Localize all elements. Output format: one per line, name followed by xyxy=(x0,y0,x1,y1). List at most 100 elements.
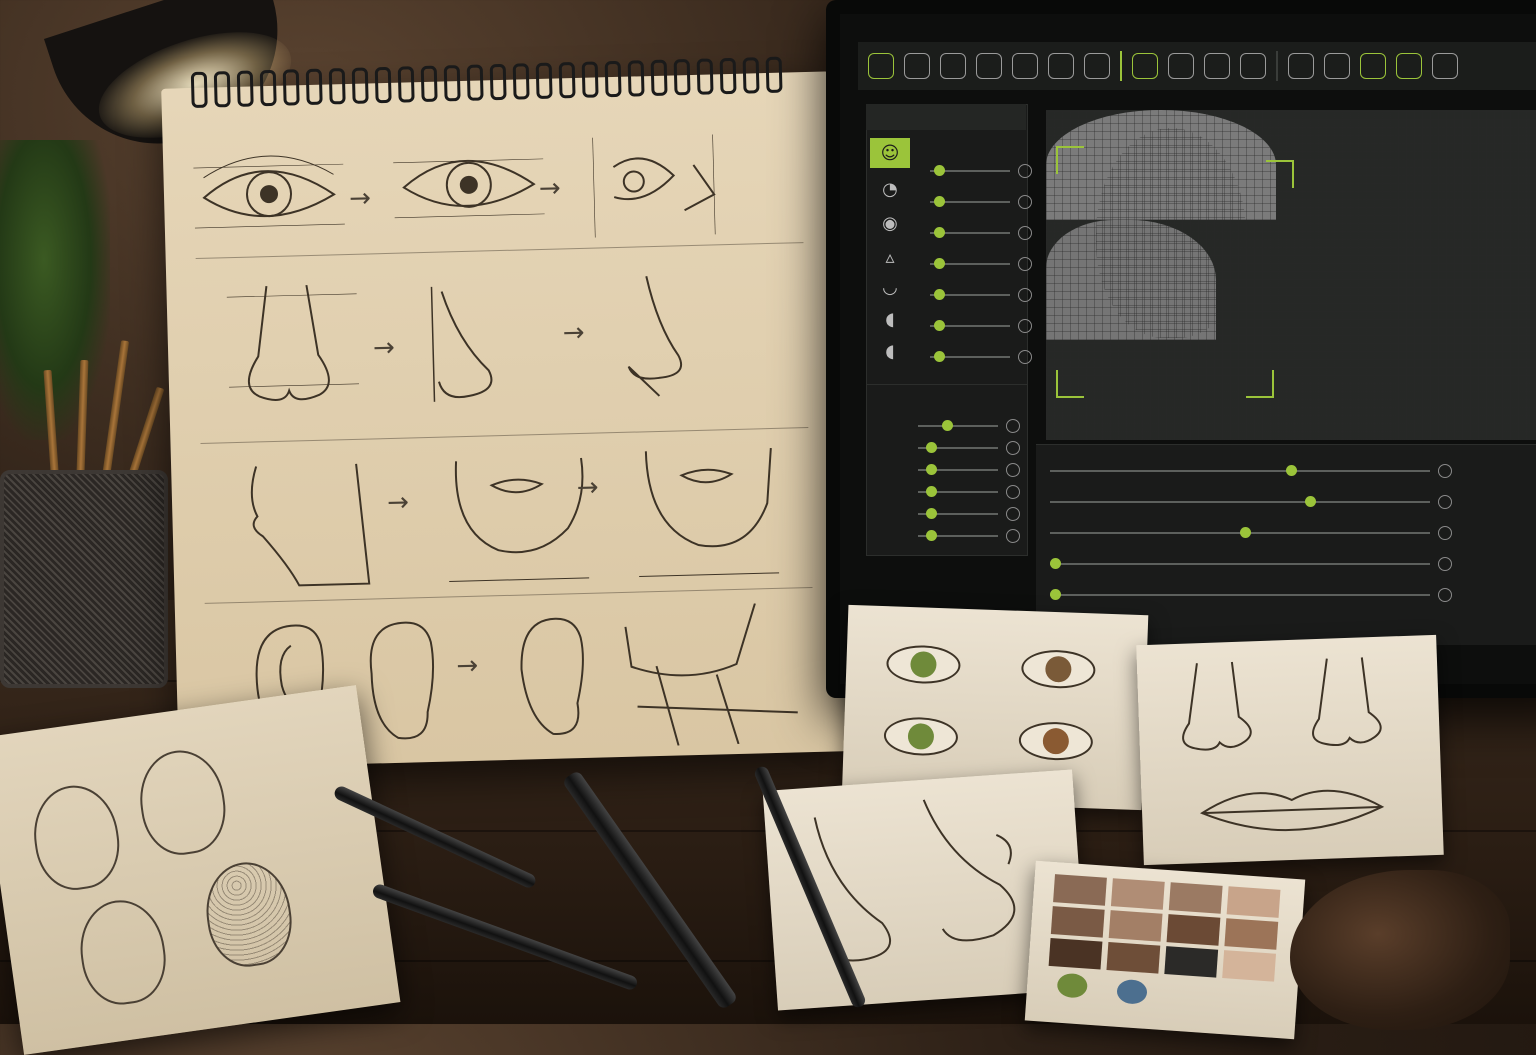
slider-reset-icon[interactable] xyxy=(1018,288,1032,302)
slider-reset-icon[interactable] xyxy=(1018,257,1032,271)
slider[interactable] xyxy=(1050,526,1452,540)
slider-reset-icon[interactable] xyxy=(1006,529,1020,543)
slider[interactable] xyxy=(1050,464,1452,478)
slider-reset-icon[interactable] xyxy=(1438,464,1452,478)
slider-knob[interactable] xyxy=(926,442,937,453)
slider-reset-icon[interactable] xyxy=(1438,588,1452,602)
slider-knob[interactable] xyxy=(934,320,945,331)
face-icon[interactable] xyxy=(1324,53,1350,79)
slider-reset-icon[interactable] xyxy=(1018,226,1032,240)
slider-knob[interactable] xyxy=(1240,527,1251,538)
ear-icon[interactable]: ◖ xyxy=(870,336,910,366)
slider-reset-icon[interactable] xyxy=(1006,419,1020,433)
slider[interactable] xyxy=(930,164,1032,178)
spiral-ring xyxy=(512,63,530,100)
skin-tone-swatch xyxy=(1053,874,1107,906)
slider-reset-icon[interactable] xyxy=(1006,485,1020,499)
face-icon[interactable] xyxy=(1012,53,1038,79)
eye-drawing xyxy=(1020,648,1097,690)
spiral-ring xyxy=(374,66,392,104)
slider-knob[interactable] xyxy=(1285,465,1297,476)
slider-reset-icon[interactable] xyxy=(1438,557,1452,571)
slider-knob[interactable] xyxy=(926,530,937,541)
slider[interactable] xyxy=(930,195,1032,209)
head-front-view xyxy=(1096,128,1246,338)
slider-knob[interactable] xyxy=(926,508,937,519)
arrow-icon: → xyxy=(456,650,479,682)
face-icon[interactable] xyxy=(1084,53,1110,79)
spiral-ring xyxy=(696,58,714,95)
slider-knob[interactable] xyxy=(942,420,953,431)
slider-knob[interactable] xyxy=(934,258,945,269)
face-icon[interactable] xyxy=(1240,53,1266,79)
slider-reset-icon[interactable] xyxy=(1006,507,1020,521)
slider-knob[interactable] xyxy=(934,289,945,300)
slider-knob[interactable] xyxy=(1050,558,1061,569)
face-icon[interactable] xyxy=(904,53,930,79)
panel-search-bar[interactable] xyxy=(866,104,1026,130)
face-icon[interactable] xyxy=(940,53,966,79)
eye-icon[interactable]: ◉ xyxy=(870,208,910,238)
slider-knob[interactable] xyxy=(1050,589,1061,600)
slider[interactable] xyxy=(930,226,1032,240)
head-icon[interactable] xyxy=(868,53,894,79)
spiral-ring xyxy=(581,61,599,98)
nose-icon[interactable]: ▵ xyxy=(870,242,910,272)
3d-viewport[interactable] xyxy=(1046,110,1536,440)
face-icon[interactable] xyxy=(1396,53,1422,79)
user-icon[interactable] xyxy=(1132,53,1158,79)
lips-icon[interactable]: ◡ xyxy=(870,272,910,302)
slider[interactable] xyxy=(930,319,1032,333)
slider[interactable] xyxy=(918,441,1020,455)
face-icon[interactable] xyxy=(1204,53,1230,79)
spiral-ring xyxy=(190,71,208,109)
slider[interactable] xyxy=(930,288,1032,302)
slider-knob[interactable] xyxy=(934,351,945,362)
slider-knob[interactable] xyxy=(934,227,945,238)
slider-reset-icon[interactable] xyxy=(1018,195,1032,209)
arrow-icon: → xyxy=(538,173,562,205)
frame-corner xyxy=(1266,160,1294,188)
target-icon[interactable] xyxy=(1168,53,1194,79)
slider[interactable] xyxy=(1050,588,1452,602)
slider-knob[interactable] xyxy=(1304,496,1316,507)
spiral-ring xyxy=(673,59,691,96)
slider[interactable] xyxy=(1050,495,1452,509)
skin-tone-swatch xyxy=(1168,882,1223,914)
head-icon[interactable]: ☺ xyxy=(870,138,910,168)
spiral-ring xyxy=(213,71,231,108)
ear-icon[interactable]: ◖ xyxy=(870,304,910,334)
slider-reset-icon[interactable] xyxy=(1018,164,1032,178)
slider-knob[interactable] xyxy=(934,196,945,207)
head-side-icon[interactable]: ◔ xyxy=(870,174,910,204)
face-icon[interactable] xyxy=(1288,53,1314,79)
slider[interactable] xyxy=(918,529,1020,543)
slider-knob[interactable] xyxy=(926,486,937,497)
slider[interactable] xyxy=(1050,557,1452,571)
slider[interactable] xyxy=(918,463,1020,477)
face-icon[interactable] xyxy=(1360,53,1386,79)
slider[interactable] xyxy=(918,485,1020,499)
slider-reset-icon[interactable] xyxy=(1006,441,1020,455)
slider[interactable] xyxy=(930,350,1032,364)
nose-lips-sketch xyxy=(1182,657,1385,831)
toolbar xyxy=(858,42,1536,90)
slider-reset-icon[interactable] xyxy=(1018,319,1032,333)
slider-reset-icon[interactable] xyxy=(1438,495,1452,509)
slider-reset-icon[interactable] xyxy=(1018,350,1032,364)
slider[interactable] xyxy=(918,507,1020,521)
slider-knob[interactable] xyxy=(926,464,937,475)
slider-knob[interactable] xyxy=(934,165,945,176)
face-icon[interactable] xyxy=(976,53,1002,79)
slider-track xyxy=(1050,594,1430,596)
slider-track xyxy=(1050,501,1430,503)
main-sketchbook: → → → → → → → xyxy=(161,56,847,769)
slider[interactable] xyxy=(930,257,1032,271)
face-icon[interactable] xyxy=(1048,53,1074,79)
slider-reset-icon[interactable] xyxy=(1006,463,1020,477)
slider[interactable] xyxy=(918,419,1020,433)
spiral-ring xyxy=(466,64,484,101)
face-icon[interactable] xyxy=(1432,53,1458,79)
plant xyxy=(0,140,110,440)
slider-reset-icon[interactable] xyxy=(1438,526,1452,540)
